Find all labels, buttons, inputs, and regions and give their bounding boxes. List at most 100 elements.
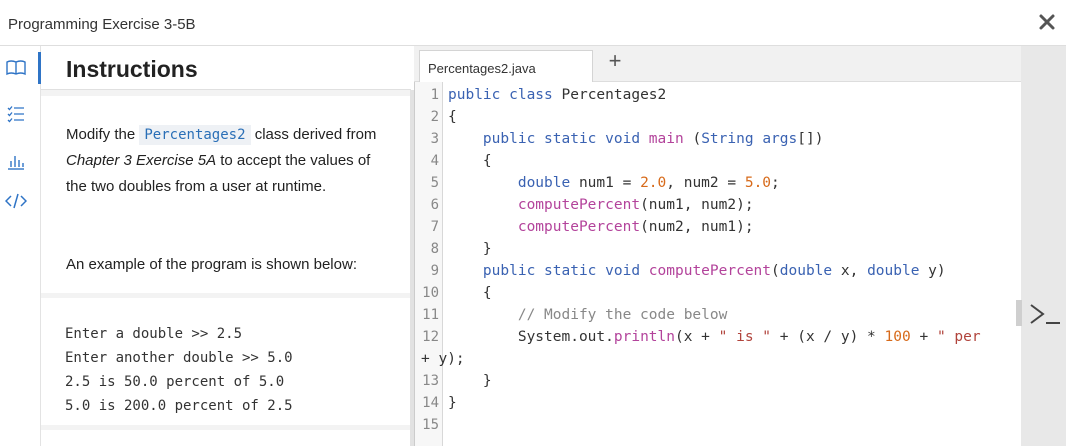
line-number: 11 <box>422 307 439 323</box>
code-line: computePercent(num1, num2); <box>448 194 754 216</box>
code-token: , num2 = <box>666 175 745 191</box>
chart-icon[interactable] <box>5 150 27 172</box>
code-token: String <box>701 131 754 147</box>
line-number: 5 <box>430 175 439 191</box>
window-title: Programming Exercise 3-5B <box>8 16 196 33</box>
code-line: public static void main (String args[]) <box>448 128 824 150</box>
code-line: public static void computePercent(double… <box>448 260 946 282</box>
code-token: []) <box>797 131 824 147</box>
example-intro: An example of the program is shown below… <box>66 256 357 273</box>
inline-code: Percentages2 <box>139 125 251 145</box>
code-line: } <box>448 392 457 414</box>
example-line: 5.0 is 200.0 percent of 2.5 <box>65 398 293 414</box>
list-icon[interactable] <box>5 103 27 125</box>
code-line: } <box>448 370 492 392</box>
code-line: System.out.println(x + " is " + (x / y) … <box>448 326 981 348</box>
code-line: } <box>448 238 492 260</box>
code-token: double <box>867 263 929 279</box>
example-output: Enter a double >> 2.5 Enter another doubl… <box>65 322 293 418</box>
code-token: } <box>448 395 457 411</box>
tab-label: Percentages2.java <box>428 61 536 76</box>
code-token: (num1, num2); <box>640 197 754 213</box>
code-token: computePercent <box>448 197 641 213</box>
code-line: double num1 = 2.0, num2 = 5.0; <box>448 172 780 194</box>
line-number-gutter: 1 2 3 4 5 6 7 8 9 10 11 12 13 14 15 <box>415 82 443 446</box>
code-token: y) <box>928 263 946 279</box>
instructions-card: Modify the Percentages2 class derived fr… <box>41 96 410 293</box>
code-token: double <box>448 175 579 191</box>
editor-tabbar: Percentages2.java + <box>414 46 1021 83</box>
code-token: // Modify the code below <box>448 307 728 323</box>
code-token: 5.0 <box>744 175 772 191</box>
code-token: x, <box>840 263 868 279</box>
code-icon[interactable] <box>5 190 27 212</box>
code-token: Percentages2 <box>561 87 667 103</box>
line-number: 13 <box>422 373 439 389</box>
add-tab-button[interactable]: + <box>604 48 626 73</box>
example-line: 2.5 is 50.0 percent of 5.0 <box>65 374 285 390</box>
code-token: public static void <box>448 263 649 279</box>
line-number: 2 <box>430 109 439 125</box>
code-token: 2.0 <box>640 175 667 191</box>
code-token: double <box>779 263 841 279</box>
code-token: + (x / y) * <box>771 329 885 345</box>
example-line: Enter another double >> 5.0 <box>65 350 293 366</box>
example-line: Enter a double >> 2.5 <box>65 326 243 342</box>
side-rail <box>0 46 41 446</box>
code-token: main <box>648 131 684 147</box>
line-number: 7 <box>430 219 439 235</box>
code-token: public static void <box>448 131 649 147</box>
code-token: ; <box>771 175 780 191</box>
close-icon[interactable] <box>1036 11 1058 33</box>
code-token: } <box>448 241 492 257</box>
para-text: class derived from <box>250 126 377 143</box>
side-strip <box>1021 46 1066 446</box>
line-number: 6 <box>430 197 439 213</box>
code-line: { <box>448 106 457 128</box>
terminal-icon[interactable] <box>1027 299 1063 329</box>
para-italic: Chapter 3 Exercise 5A <box>66 152 217 169</box>
example-card: Enter a double >> 2.5 Enter another doubl… <box>41 298 410 425</box>
code-line: computePercent(num2, num1); <box>448 216 754 238</box>
line-number: 12 <box>422 329 439 345</box>
code-token: { <box>448 285 492 301</box>
code-token: ( <box>771 263 780 279</box>
line-number: 9 <box>430 263 439 279</box>
code-token: { <box>448 153 492 169</box>
instructions-panel: Modify the Percentages2 class derived fr… <box>41 90 410 446</box>
code-token: " per <box>936 329 981 345</box>
line-number: 10 <box>422 285 439 301</box>
code-token: System.out. <box>448 329 614 345</box>
code-line: { <box>448 150 492 172</box>
line-number: 8 <box>430 241 439 257</box>
code-token: 100 <box>884 329 911 345</box>
line-number: 15 <box>422 417 439 433</box>
code-token: ( <box>683 131 702 147</box>
code-token: } <box>448 373 492 389</box>
instructions-header: Instructions <box>41 46 411 90</box>
code-token: + y); <box>421 351 465 367</box>
code-line: // Modify the code below <box>448 304 728 326</box>
code-line: { <box>448 282 492 304</box>
book-icon[interactable] <box>5 57 27 79</box>
tab-percentages2-java[interactable]: Percentages2.java <box>419 50 593 83</box>
code-token: println <box>613 329 675 345</box>
code-editor[interactable]: 1 2 3 4 5 6 7 8 9 10 11 12 13 14 15 public class Perce… <box>414 82 1021 446</box>
instructions-heading: Instructions <box>66 56 198 82</box>
code-token: { <box>448 109 457 125</box>
code-line: + y); <box>421 348 465 370</box>
scrollbar-thumb[interactable] <box>1016 300 1022 326</box>
code-token: computePercent <box>648 263 772 279</box>
line-number: 4 <box>430 153 439 169</box>
code-token: args <box>762 131 798 147</box>
code-token: computePercent <box>448 219 641 235</box>
code-token: " is " <box>718 329 772 345</box>
code-token: num1 = <box>578 175 641 191</box>
line-number: 3 <box>430 131 439 147</box>
instructions-paragraph: Modify the Percentages2 class derived fr… <box>66 122 386 200</box>
code-line: public class Percentages2 <box>448 84 666 106</box>
code-token: (num2, num1); <box>640 219 754 235</box>
window-titlebar: Programming Exercise 3-5B <box>0 0 1066 46</box>
code-token: public class <box>448 87 562 103</box>
